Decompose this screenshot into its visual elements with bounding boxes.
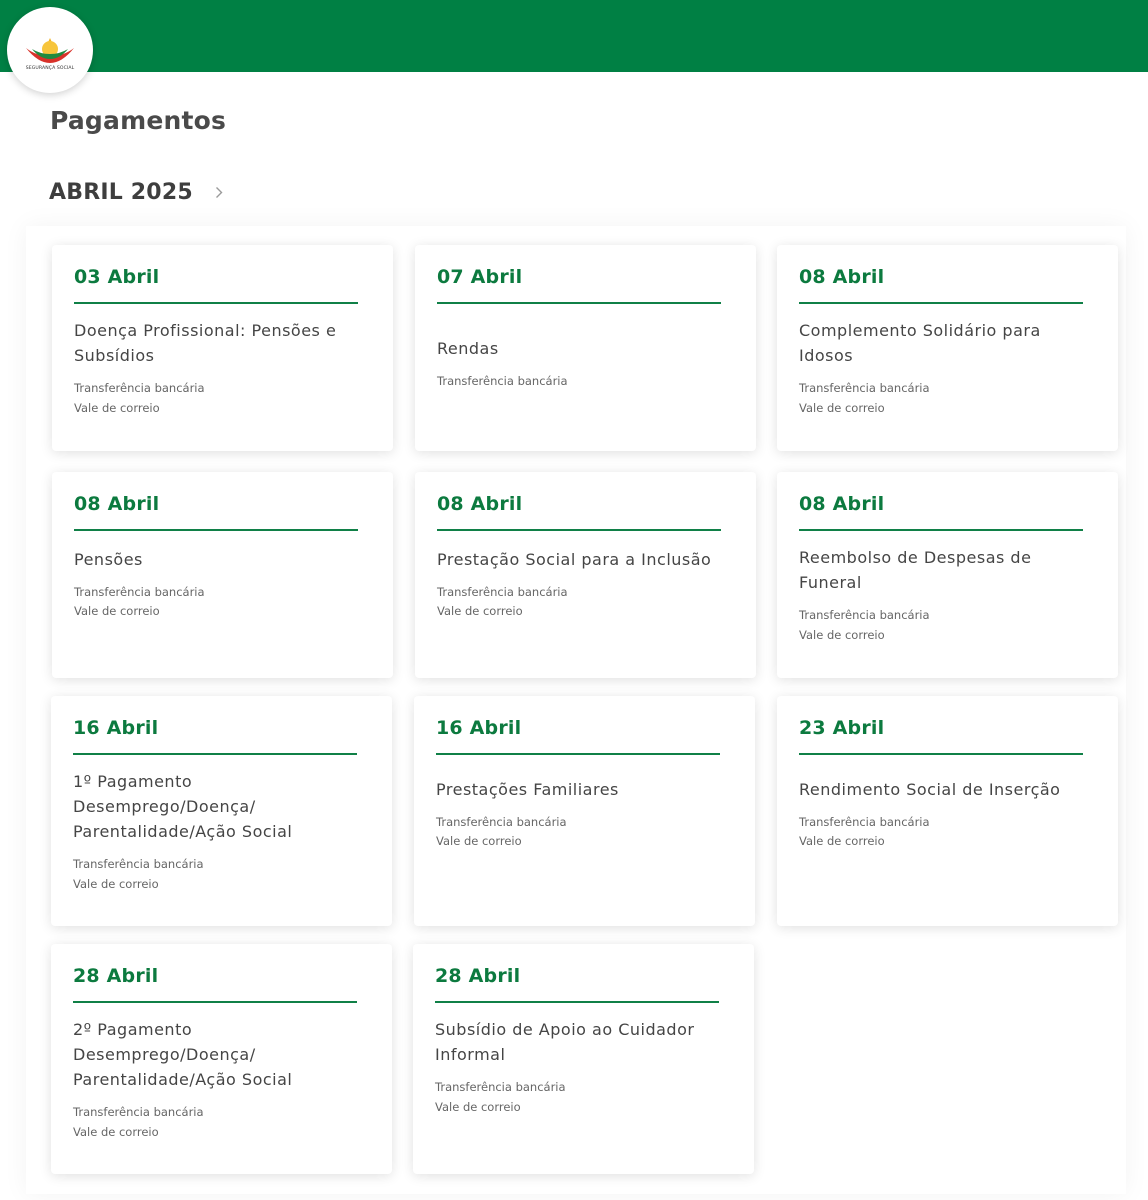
card-body: Prestação Social para a Inclusão Transfer…: [437, 545, 735, 623]
payment-methods: Transferência bancária Vale de correio: [74, 583, 372, 622]
payment-method: Vale de correio: [73, 1124, 159, 1139]
payment-date: 23 Abril: [799, 717, 885, 739]
payment-title: 1º Pagamento Desemprego/Doença/ Parental…: [73, 772, 293, 841]
card-body: Prestações Familiares Transferência bancá…: [436, 769, 734, 859]
card-divider: [799, 753, 1083, 755]
card-divider: [437, 529, 721, 531]
seguranca-social-logo[interactable]: SEGURANÇA SOCIAL: [7, 7, 93, 93]
month-label: ABRIL 2025: [49, 180, 193, 205]
payment-date: 28 Abril: [435, 965, 521, 987]
payment-title: Doença Profissional: Pensões e Subsídios: [74, 321, 337, 365]
payment-card[interactable]: 16 Abril 1º Pagamento Desemprego/Doença/ …: [51, 696, 392, 926]
payment-method: Vale de correio: [73, 876, 159, 891]
payment-methods: Transferência bancária Vale de correio: [437, 583, 735, 622]
payment-methods: Transferência bancária Vale de correio: [435, 1078, 733, 1117]
payment-date: 07 Abril: [437, 266, 523, 288]
payment-title: Prestação Social para a Inclusão: [437, 549, 712, 569]
payment-methods: Transferência bancária: [437, 372, 735, 392]
payment-card[interactable]: 03 Abril Doença Profissional: Pensões e S…: [52, 245, 393, 451]
payment-methods: Transferência bancária Vale de correio: [799, 813, 1097, 852]
payment-title: Complemento Solidário para Idosos: [799, 321, 1041, 365]
payment-method: Vale de correio: [74, 400, 160, 415]
payment-method: Vale de correio: [799, 834, 885, 848]
payment-methods: Transferência bancária Vale de correio: [436, 813, 734, 852]
card-divider: [799, 302, 1083, 304]
card-body: Pensões Transferência bancária Vale de cor…: [74, 545, 372, 623]
card-divider: [435, 1001, 719, 1003]
payment-method: Transferência bancária: [74, 584, 205, 599]
payment-title: Rendimento Social de Inserção: [799, 779, 1061, 799]
payment-date: 08 Abril: [799, 493, 885, 515]
payment-method: Vale de correio: [436, 834, 522, 848]
payment-card[interactable]: 28 Abril 2º Pagamento Desemprego/Doença/ …: [51, 944, 392, 1174]
card-body: 1º Pagamento Desemprego/Doença/ Parental…: [73, 769, 371, 894]
month-selector[interactable]: ABRIL 2025: [49, 180, 223, 205]
payment-method: Transferência bancária: [799, 608, 930, 622]
seguranca-social-emblem-icon: [26, 38, 74, 63]
card-divider: [74, 529, 358, 531]
card-divider: [74, 302, 358, 304]
payment-date: 03 Abril: [74, 266, 160, 288]
payment-methods: Transferência bancária Vale de correio: [74, 379, 372, 418]
payment-method: Transferência bancária: [799, 814, 930, 829]
card-body: Complemento Solidário para Idosos Transfe…: [799, 318, 1097, 418]
card-body: Rendimento Social de Inserção Transferênc…: [799, 769, 1097, 859]
card-body: Doença Profissional: Pensões e Subsídios…: [74, 318, 372, 418]
card-divider: [73, 753, 357, 755]
payment-card[interactable]: 28 Abril Subsídio de Apoio ao Cuidador In…: [413, 944, 754, 1174]
card-divider: [436, 753, 720, 755]
payment-date: 08 Abril: [799, 266, 885, 288]
payment-method: Transferência bancária: [73, 857, 204, 871]
payment-method: Transferência bancária: [437, 584, 568, 599]
payment-method: Transferência bancária: [435, 1080, 566, 1094]
payment-card[interactable]: 08 Abril Reembolso de Despesas de Funeral…: [777, 472, 1118, 678]
top-header-bar: [0, 0, 1148, 72]
payment-method: Vale de correio: [435, 1099, 521, 1114]
payment-method: Transferência bancária: [73, 1105, 204, 1119]
payment-card[interactable]: 08 Abril Pensões Transferência bancária Val…: [52, 472, 393, 678]
payment-method: Vale de correio: [799, 627, 885, 642]
payment-card[interactable]: 08 Abril Prestação Social para a Inclusão…: [415, 472, 756, 678]
payment-title: Reembolso de Despesas de Funeral: [799, 548, 1032, 592]
payment-method: Vale de correio: [74, 604, 160, 618]
card-body: 2º Pagamento Desemprego/Doença/ Parental…: [73, 1017, 371, 1142]
card-divider: [799, 529, 1083, 531]
payment-title: 2º Pagamento Desemprego/Doença/ Parental…: [73, 1020, 293, 1089]
payment-title: Rendas: [437, 339, 499, 359]
payment-date: 08 Abril: [437, 493, 523, 515]
payment-methods: Transferência bancária Vale de correio: [73, 855, 371, 894]
card-body: Rendas Transferência bancária: [437, 318, 735, 410]
card-body: Reembolso de Despesas de Funeral Transfer…: [799, 545, 1097, 645]
payment-method: Vale de correio: [799, 400, 885, 415]
payment-methods: Transferência bancária Vale de correio: [73, 1103, 371, 1142]
chevron-right-icon[interactable]: [215, 186, 223, 199]
payment-title: Prestações Familiares: [436, 779, 619, 799]
payment-date: 08 Abril: [74, 493, 160, 515]
page-title: Pagamentos: [50, 106, 227, 135]
payment-method: Vale de correio: [437, 604, 523, 618]
payment-methods: Transferência bancária Vale de correio: [799, 379, 1097, 418]
payment-card[interactable]: 16 Abril Prestações Familiares Transferênc…: [414, 696, 755, 926]
payment-method: Transferência bancária: [437, 374, 568, 389]
payment-date: 16 Abril: [73, 717, 159, 739]
payment-method: Transferência bancária: [799, 381, 930, 395]
payment-date: 16 Abril: [436, 717, 522, 739]
payment-card[interactable]: 23 Abril Rendimento Social de Inserção Tra…: [777, 696, 1118, 926]
payment-method: Transferência bancária: [74, 381, 205, 395]
payment-method: Transferência bancária: [436, 814, 567, 829]
logo-text: SEGURANÇA SOCIAL: [25, 66, 75, 71]
payment-title: Pensões: [74, 549, 143, 569]
payment-card[interactable]: 07 Abril Rendas Transferência bancária: [415, 245, 756, 451]
payment-card[interactable]: 08 Abril Complemento Solidário para Idoso…: [777, 245, 1118, 451]
payment-methods: Transferência bancária Vale de correio: [799, 606, 1097, 645]
payment-date: 28 Abril: [73, 965, 159, 987]
card-divider: [73, 1001, 357, 1003]
card-divider: [437, 302, 721, 304]
payment-title: Subsídio de Apoio ao Cuidador Informal: [435, 1020, 695, 1064]
card-body: Subsídio de Apoio ao Cuidador Informal Tr…: [435, 1017, 733, 1117]
